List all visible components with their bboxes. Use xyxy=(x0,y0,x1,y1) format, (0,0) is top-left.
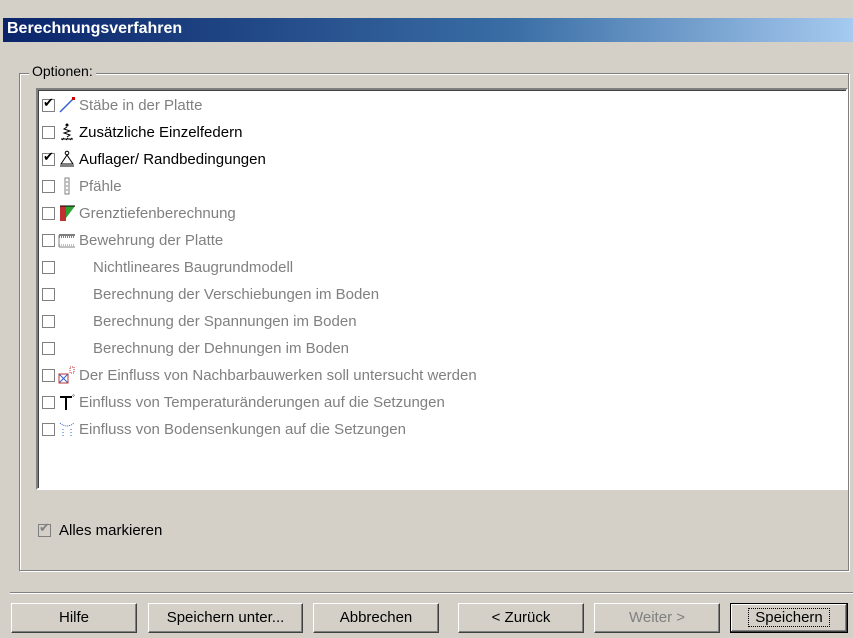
option-label: Pfähle xyxy=(79,177,122,195)
help-button[interactable]: Hilfe xyxy=(11,603,137,633)
spring-icon xyxy=(57,122,77,142)
options-list[interactable]: Stäbe in der Platte Zusätzliche Einzelfe… xyxy=(36,88,848,490)
title-bar: Berechnungsverfahren xyxy=(3,18,853,42)
option-label: Berechnung der Spannungen im Boden xyxy=(93,312,357,330)
option-checkbox[interactable] xyxy=(42,422,55,436)
option-checkbox[interactable] xyxy=(42,287,55,301)
option-nachbarbauwerke[interactable]: Der Einfluss von Nachbarbauwerken soll u… xyxy=(42,364,477,386)
option-checkbox[interactable] xyxy=(42,150,55,166)
option-checkbox[interactable] xyxy=(42,314,55,328)
option-auflager[interactable]: Auflager/ Randbedingungen xyxy=(42,148,266,170)
option-label: Zusätzliche Einzelfedern xyxy=(79,123,243,141)
option-checkbox[interactable] xyxy=(42,341,55,355)
option-checkbox[interactable] xyxy=(42,368,55,382)
save-button[interactable]: Speichern xyxy=(730,603,848,633)
option-checkbox[interactable] xyxy=(42,233,55,247)
option-label: Auflager/ Randbedingungen xyxy=(79,150,266,168)
option-label: Grenztiefenberechnung xyxy=(79,204,236,222)
option-checkbox[interactable] xyxy=(42,179,55,193)
option-label: Der Einfluss von Nachbarbauwerken soll u… xyxy=(79,366,477,384)
option-checkbox[interactable] xyxy=(42,395,55,409)
option-nichtlinear[interactable]: Nichtlineares Baugrundmodell xyxy=(42,256,293,278)
option-checkbox[interactable] xyxy=(42,125,55,139)
option-bodensenkungen[interactable]: Einfluss von Bodensenkungen auf die Setz… xyxy=(42,418,406,440)
option-einzelfedern[interactable]: Zusätzliche Einzelfedern xyxy=(42,121,242,143)
support-icon xyxy=(57,149,77,169)
option-label: Einfluss von Bodensenkungen auf die Setz… xyxy=(79,420,406,438)
neighbor-building-icon xyxy=(57,365,77,385)
option-staebe[interactable]: Stäbe in der Platte xyxy=(42,94,202,116)
option-verschiebungen[interactable]: Berechnung der Verschiebungen im Boden xyxy=(42,283,379,305)
select-all-checkbox[interactable] xyxy=(38,521,51,537)
save-button-label: Speichern xyxy=(748,608,830,627)
option-grenztiefe[interactable]: Grenztiefenberechnung xyxy=(42,202,236,224)
window-title: Berechnungsverfahren xyxy=(7,20,183,37)
pile-icon xyxy=(57,176,77,196)
option-checkbox[interactable] xyxy=(42,260,55,274)
option-temperatur[interactable]: ° Einfluss von Temperaturänderungen auf … xyxy=(42,391,445,413)
temperature-icon: ° xyxy=(57,392,77,412)
option-label: Berechnung der Verschiebungen im Boden xyxy=(93,285,380,303)
option-bewehrung[interactable]: Bewehrung der Platte xyxy=(42,229,223,251)
option-label: Stäbe in der Platte xyxy=(79,96,203,114)
option-spannungen[interactable]: Berechnung der Spannungen im Boden xyxy=(42,310,357,332)
beam-icon xyxy=(57,95,77,115)
option-dehnungen[interactable]: Berechnung der Dehnungen im Boden xyxy=(42,337,349,359)
option-label: Bewehrung der Platte xyxy=(79,231,224,249)
separator xyxy=(10,592,853,594)
option-checkbox[interactable] xyxy=(42,96,55,112)
select-all[interactable]: Alles markieren xyxy=(38,521,163,539)
options-group-label: Optionen: xyxy=(29,63,96,79)
option-checkbox[interactable] xyxy=(42,206,55,220)
reinforcement-icon xyxy=(57,230,77,250)
option-label: Einfluss von Temperaturänderungen auf di… xyxy=(79,393,445,411)
next-button[interactable]: Weiter > xyxy=(594,603,720,633)
save-as-button[interactable]: Speichern unter... xyxy=(148,603,303,633)
subsidence-icon xyxy=(57,419,77,439)
depth-limit-icon xyxy=(57,203,77,223)
back-button[interactable]: < Zurück xyxy=(458,603,584,633)
svg-text:°: ° xyxy=(72,394,75,401)
cancel-button[interactable]: Abbrechen xyxy=(313,603,439,633)
option-pfaehle[interactable]: Pfähle xyxy=(42,175,122,197)
select-all-label: Alles markieren xyxy=(59,522,163,539)
option-label: Nichtlineares Baugrundmodell xyxy=(93,258,294,276)
option-label: Berechnung der Dehnungen im Boden xyxy=(93,339,350,357)
